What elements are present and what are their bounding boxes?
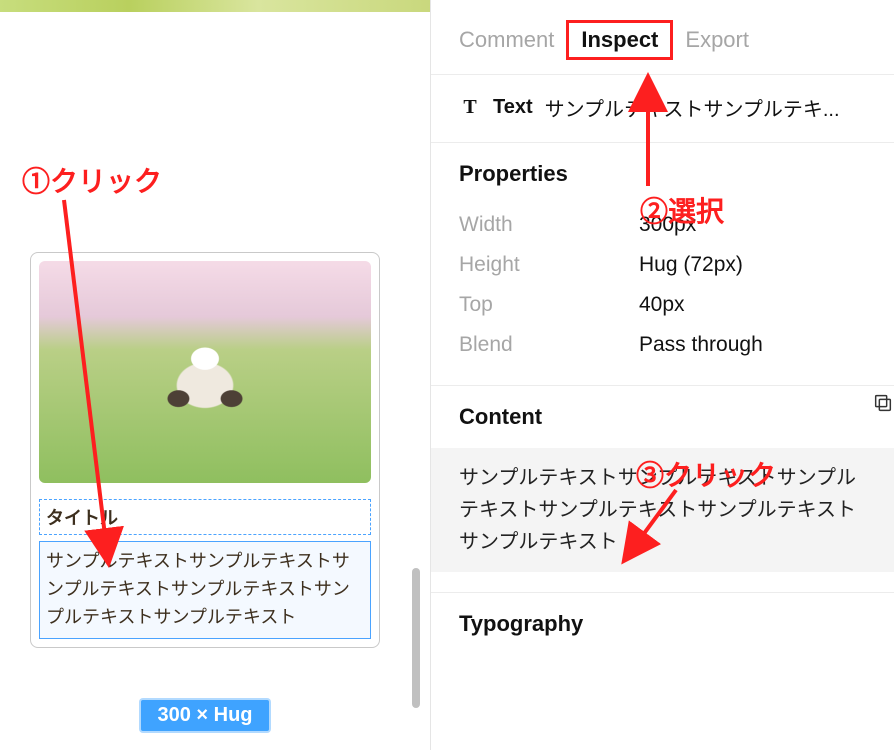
card-frame[interactable]: タイトル サンプルテキストサンプルテキストサンプルテキストサンプルテキストサンプ… — [30, 252, 380, 648]
properties-heading: Properties — [459, 161, 866, 187]
text-layer-icon: T — [459, 97, 481, 119]
property-label: Top — [459, 293, 639, 317]
card-title-text[interactable]: タイトル — [39, 499, 371, 535]
panel-tabs: Comment Inspect Export — [431, 0, 894, 74]
property-value: Pass through — [639, 333, 763, 357]
tab-export[interactable]: Export — [685, 27, 749, 53]
property-label: Width — [459, 213, 639, 237]
property-value: Hug (72px) — [639, 253, 743, 277]
copy-icon[interactable] — [872, 392, 894, 414]
typography-section: Typography — [431, 592, 894, 657]
scrollbar[interactable] — [412, 568, 420, 708]
card-body: タイトル サンプルテキストサンプルテキストサンプルテキストサンプルテキストサンプ… — [39, 483, 371, 639]
card-image[interactable] — [39, 261, 371, 483]
property-row-top[interactable]: Top 40px — [459, 285, 866, 325]
property-row-blend[interactable]: Blend Pass through — [459, 325, 866, 365]
property-label: Blend — [459, 333, 639, 357]
card-sample-text[interactable]: サンプルテキストサンプルテキストサンプルテキストサンプルテキストサンプルテキスト… — [39, 541, 371, 639]
properties-section: Properties Width 300px Height Hug (72px)… — [431, 142, 894, 385]
layer-name: サンプルテキストサンプルテキ... — [545, 93, 840, 122]
property-value: 300px — [639, 213, 696, 237]
property-row-width[interactable]: Width 300px — [459, 205, 866, 245]
property-row-height[interactable]: Height Hug (72px) — [459, 245, 866, 285]
content-text-value[interactable]: サンプルテキストサンプルテキストサンプルテキストサンプルテキストサンプルテキスト… — [431, 448, 894, 572]
layer-type-label: Text — [493, 96, 533, 119]
inspect-panel: Comment Inspect Export T Text サンプルテキストサン… — [430, 0, 894, 750]
selection-size-badge: 300 × Hug — [139, 698, 270, 733]
tab-comment[interactable]: Comment — [459, 27, 554, 53]
property-value: 40px — [639, 293, 685, 317]
tab-inspect[interactable]: Inspect — [566, 20, 673, 60]
typography-heading: Typography — [459, 611, 866, 637]
layer-info-row[interactable]: T Text サンプルテキストサンプルテキ... — [431, 74, 894, 142]
canvas-background-strip — [0, 0, 430, 12]
content-heading: Content — [459, 404, 866, 430]
content-section: Content サンプルテキストサンプルテキストサンプルテキストサンプルテキスト… — [431, 385, 894, 592]
property-label: Height — [459, 253, 639, 277]
design-canvas[interactable]: タイトル サンプルテキストサンプルテキストサンプルテキストサンプルテキストサンプ… — [0, 0, 430, 750]
